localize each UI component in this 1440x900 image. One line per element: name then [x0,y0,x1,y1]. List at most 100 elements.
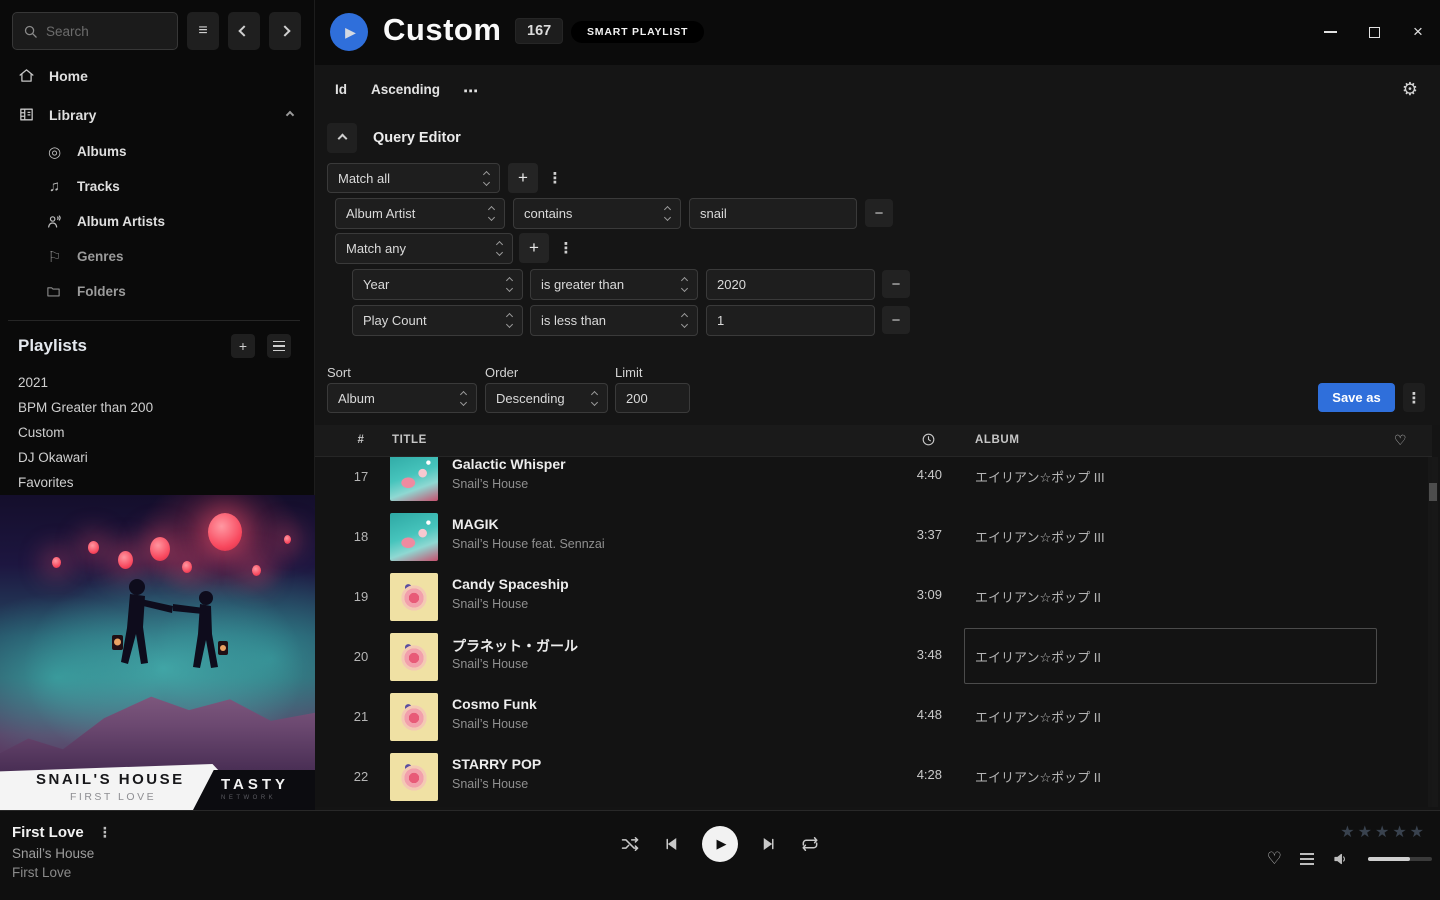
sort-select[interactable]: Album [327,383,477,413]
star-icon[interactable]: ★ [1358,824,1375,841]
rating-stars[interactable]: ★★★★★ [1340,822,1427,842]
rule-value-input[interactable] [706,305,875,336]
now-playing-title[interactable]: First Love [12,824,84,841]
track-title[interactable]: STARRY POP [452,756,541,772]
remove-rule-button[interactable]: − [865,199,893,227]
star-icon[interactable]: ★ [1410,824,1427,841]
track-album[interactable]: エイリアン☆ポップ II [975,587,1101,606]
collapse-chevron-icon[interactable] [286,110,294,118]
track-title[interactable]: Cosmo Funk [452,696,537,712]
column-title[interactable]: TITLE [392,434,427,446]
playlist-list-button[interactable] [267,334,291,358]
scrollbar-thumb[interactable] [1429,483,1437,501]
sidebar-item-album-artists[interactable]: Album Artists [0,204,315,239]
column-album[interactable]: ALBUM [975,434,1020,446]
add-playlist-button[interactable]: + [231,334,255,358]
match-type-select[interactable]: Match any [335,233,513,264]
search-box[interactable] [12,12,178,50]
track-title[interactable]: Galactic Whisper [452,457,566,472]
sidebar-item-albums[interactable]: ◎ Albums [0,134,315,169]
track-title[interactable]: プラネット・ガール [452,636,578,656]
track-artist[interactable]: Snail’s House [452,657,528,671]
add-rule-button[interactable]: + [519,233,549,263]
playlist-item[interactable]: Favorites [0,470,315,495]
star-icon[interactable]: ★ [1340,824,1357,841]
nav-forward-button[interactable] [269,12,301,50]
table-row[interactable]: 19 Candy Spaceship Snail’s House 3:09 エイ… [315,567,1432,627]
track-title[interactable]: MAGIK [452,516,499,532]
sort-order-button[interactable]: Ascending [371,82,440,97]
play-playlist-button[interactable]: ▶ [330,13,368,51]
sidebar-item-genres[interactable]: ⚐ Genres [0,239,315,274]
queue-button[interactable] [1300,853,1314,865]
sidebar-item-home[interactable]: Home [0,56,315,95]
track-artist[interactable]: Snail’s House [452,717,528,731]
shuffle-button[interactable] [620,834,640,854]
playlist-item[interactable]: 2021 [0,370,315,395]
table-row[interactable]: 17 Galactic Whisper Snail’s House 4:40 エ… [315,457,1432,507]
rule-group-menu-button[interactable]: ⋮ [557,233,575,263]
now-playing-menu-button[interactable]: ⋮ [98,824,112,841]
sort-field-button[interactable]: Id [335,82,347,97]
save-menu-button[interactable]: ⋮ [1403,383,1425,412]
more-options-button[interactable]: ⋯ [463,82,478,100]
scrollbar[interactable] [1428,457,1438,807]
now-playing-artist[interactable]: Snail’s House [12,846,112,861]
rule-value-input[interactable] [706,269,875,300]
playlist-item[interactable]: BPM Greater than 200 [0,395,315,420]
track-album[interactable]: エイリアン☆ポップ II [975,647,1101,666]
playlist-item[interactable]: DJ Okawari [0,445,315,470]
favorite-column-heart-icon[interactable]: ♡ [1394,432,1407,449]
table-row[interactable]: 20 プラネット・ガール Snail’s House 3:48 エイリアン☆ポッ… [315,627,1432,687]
favorite-button[interactable]: ♡ [1267,849,1282,869]
play-button[interactable]: ▶ [702,826,738,862]
volume-icon[interactable] [1332,850,1350,868]
track-artist[interactable]: Snail’s House [452,777,528,791]
track-album[interactable]: エイリアン☆ポップ III [975,527,1105,546]
save-as-button[interactable]: Save as [1318,383,1395,412]
table-row[interactable]: 18 MAGIK Snail’s House feat. Sennzai 3:3… [315,507,1432,567]
rule-operator-select[interactable]: is greater than [530,269,698,300]
track-title[interactable]: Candy Spaceship [452,576,569,592]
match-type-select[interactable]: Match all [327,163,500,193]
rule-operator-select[interactable]: contains [513,198,681,229]
track-artist[interactable]: Snail’s House [452,477,528,491]
next-button[interactable] [760,835,778,853]
order-select[interactable]: Descending [485,383,608,413]
column-index[interactable]: # [353,434,369,446]
rule-field-select[interactable]: Play Count [352,305,523,336]
menu-button[interactable]: ≡ [187,12,219,50]
remove-rule-button[interactable]: − [882,306,910,334]
now-playing-album[interactable]: First Love [12,865,112,880]
add-rule-button[interactable]: + [508,163,538,193]
rule-field-select[interactable]: Year [352,269,523,300]
duration-column-clock-icon[interactable] [921,432,936,447]
maximize-button[interactable] [1360,18,1388,46]
collapse-query-editor-button[interactable] [327,123,357,153]
previous-button[interactable] [662,835,680,853]
search-input[interactable] [46,24,156,39]
limit-input[interactable] [615,383,690,413]
rule-field-select[interactable]: Album Artist [335,198,505,229]
sidebar-item-tracks[interactable]: ♫ Tracks [0,169,315,204]
repeat-button[interactable] [800,834,820,854]
rule-operator-select[interactable]: is less than [530,305,698,336]
playlist-item[interactable]: Custom [0,420,315,445]
gear-icon[interactable]: ⚙ [1402,79,1418,100]
minimize-button[interactable] [1316,18,1344,46]
star-icon[interactable]: ★ [1392,824,1409,841]
remove-rule-button[interactable]: − [882,270,910,298]
track-artist[interactable]: Snail’s House feat. Sennzai [452,537,605,551]
volume-slider[interactable] [1368,857,1432,861]
rule-group-menu-button[interactable]: ⋮ [546,163,564,193]
sidebar-item-library[interactable]: Library [0,95,315,134]
nav-back-button[interactable] [228,12,260,50]
table-row[interactable]: 22 STARRY POP Snail’s House 4:28 エイリアン☆ポ… [315,747,1432,807]
track-album[interactable]: エイリアン☆ポップ II [975,707,1101,726]
rule-value-input[interactable] [689,198,857,229]
track-album[interactable]: エイリアン☆ポップ III [975,467,1105,486]
close-button[interactable]: × [1404,18,1432,46]
track-artist[interactable]: Snail’s House [452,597,528,611]
sidebar-item-folders[interactable]: Folders [0,274,315,309]
table-row[interactable]: 21 Cosmo Funk Snail’s House 4:48 エイリアン☆ポ… [315,687,1432,747]
